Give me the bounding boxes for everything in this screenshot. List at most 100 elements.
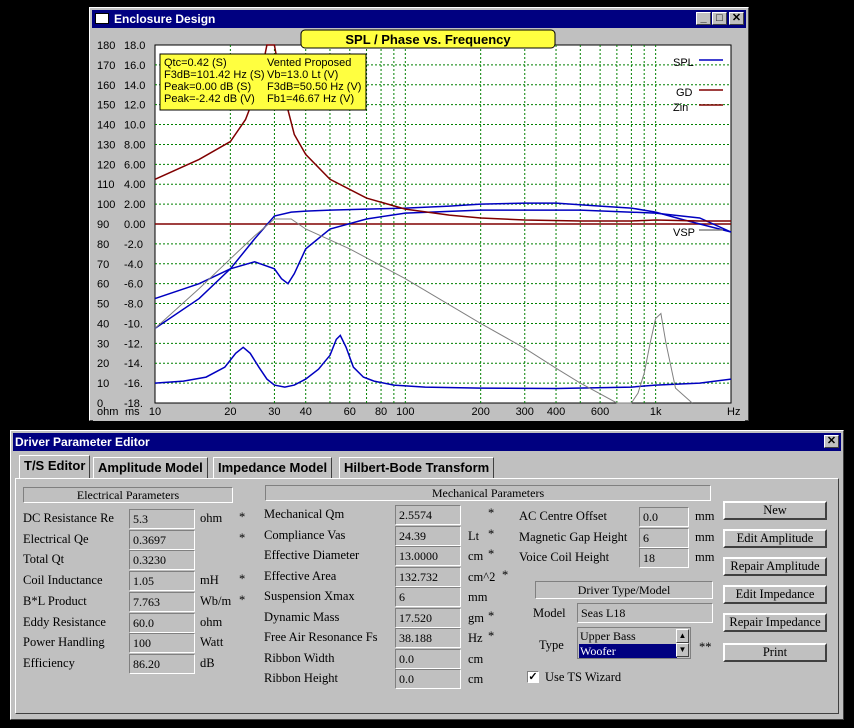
mech-star: *: [488, 547, 495, 561]
mech-star: *: [488, 629, 495, 643]
enclosure-title: Enclosure Design: [114, 12, 216, 26]
y-tick-ms: -14.: [124, 358, 143, 370]
y-tick-ohm: 180: [97, 40, 115, 52]
x-tick: 30: [268, 406, 280, 418]
y-tick-ms: -8.0: [124, 299, 143, 311]
elec-label: Power Handling: [23, 635, 105, 650]
elec-value-field[interactable]: 86.20: [129, 653, 195, 674]
mech-value-field[interactable]: 0.0: [395, 669, 461, 689]
use-ts-wizard-checkbox[interactable]: ✓: [527, 671, 539, 683]
x-tick: 20: [224, 406, 236, 418]
print-button[interactable]: Print: [723, 643, 827, 662]
axis-unit-hz: Hz: [727, 406, 740, 418]
elec-unit: Wb/m: [200, 593, 232, 608]
type-label: Type: [539, 638, 564, 652]
tab-hilbert-bode[interactable]: Hilbert-Bode Transform: [339, 457, 495, 479]
mech-unit: mm: [468, 590, 488, 604]
repair-impedance-button[interactable]: Repair Impedance: [723, 613, 827, 632]
window-app-icon[interactable]: [95, 13, 109, 24]
extra-value-field[interactable]: 18: [639, 548, 689, 569]
spl-phase-chart: 180 170 160 150 140 130 120 110 100 90 80 70 60 50 40 3…: [93, 29, 745, 421]
mech-value-field[interactable]: 38.188: [395, 628, 461, 648]
mech-unit: Lt: [468, 528, 480, 543]
new-button[interactable]: New: [723, 501, 827, 520]
tab-amplitude-model[interactable]: Amplitude Model: [93, 457, 208, 479]
type-scroll-down[interactable]: ▼: [676, 643, 689, 657]
y-tick-ohm: 150: [97, 100, 115, 112]
extra-unit: mm: [695, 550, 715, 565]
elec-value-field[interactable]: 0.3230: [129, 550, 195, 571]
elec-value-field[interactable]: 7.763: [129, 591, 195, 612]
mech-value-field[interactable]: 24.39: [395, 525, 461, 546]
tab-ts-editor[interactable]: T/S Editor: [19, 455, 91, 479]
use-ts-wizard-label[interactable]: Use TS Wizard: [545, 670, 621, 685]
elec-label: DC Resistance Re: [23, 511, 114, 525]
repair-amplitude-button[interactable]: Repair Amplitude: [723, 557, 827, 576]
y-tick-ms: 16.0: [124, 60, 145, 72]
y-tick-ohm: 140: [97, 120, 115, 132]
type-scroll-up[interactable]: ▲: [676, 629, 689, 643]
mech-value-field[interactable]: 13.0000: [395, 546, 461, 566]
info-vb: Vb=13.0 Lt (V): [267, 69, 338, 81]
elec-star: *: [239, 572, 246, 587]
legend-gd: GD: [676, 87, 693, 99]
mech-value-field[interactable]: 2.5574: [395, 505, 461, 525]
editor-titlebar[interactable]: Driver Parameter Editor ✕: [13, 433, 841, 451]
edit-amplitude-button[interactable]: Edit Amplitude: [723, 529, 827, 548]
tab-impedance-label: Impedance Model: [218, 460, 328, 475]
y-tick-ms: 12.0: [124, 100, 145, 112]
type-star: **: [699, 640, 712, 654]
y-tick-ohm: 30: [97, 338, 109, 350]
mech-label: Effective Area: [264, 568, 337, 583]
y-tick-ms: 10.0: [124, 120, 145, 132]
type-option-upper-bass[interactable]: Upper Bass: [580, 629, 676, 643]
y-tick-ms: 2.00: [124, 199, 145, 211]
elec-value-field[interactable]: 60.0: [129, 612, 195, 633]
mech-label: Effective Diameter: [264, 548, 360, 562]
editor-close-button[interactable]: ✕: [824, 435, 839, 448]
mech-value-field[interactable]: 17.520: [395, 607, 461, 628]
mech-unit: cm: [468, 549, 484, 563]
elec-label: Electrical Qe: [23, 531, 89, 546]
elec-unit: ohm: [200, 511, 223, 525]
minimize-button[interactable]: _: [696, 12, 711, 25]
enclosure-titlebar[interactable]: Enclosure Design _ □ ✕: [92, 10, 746, 28]
info-peak-v: Peak=-2.42 dB (V): [164, 93, 255, 105]
legend-vsp: VSP: [673, 227, 695, 239]
mech-star: *: [488, 526, 495, 541]
type-listbox[interactable]: Upper Bass Woofer ▲ ▼: [577, 627, 691, 659]
y-tick-ms: -12.: [124, 338, 143, 350]
y-tick-ms: -16.: [124, 378, 143, 390]
tab-impedance-model[interactable]: Impedance Model: [213, 457, 333, 479]
elec-value-field[interactable]: 5.3: [129, 509, 195, 529]
elec-value-field[interactable]: 100: [129, 633, 195, 654]
extra-label: AC Centre Offset: [519, 509, 607, 523]
x-tick: 60: [344, 406, 356, 418]
y-tick-ms: 4.00: [124, 179, 145, 191]
close-button[interactable]: ✕: [729, 12, 744, 25]
model-field[interactable]: Seas L18: [577, 603, 713, 623]
mech-unit: cm: [468, 672, 484, 686]
mech-star: *: [502, 567, 509, 582]
edit-impedance-button[interactable]: Edit Impedance: [723, 585, 827, 604]
y-tick-ohm: 100: [97, 199, 115, 211]
y-tick-ohm: 110: [97, 179, 115, 191]
mech-label: Compliance Vas: [264, 527, 346, 542]
x-tick: 10: [149, 406, 161, 418]
info-f3db-s: F3dB=101.42 Hz (S): [164, 69, 265, 81]
mech-label: Mechanical Qm: [264, 507, 345, 521]
mech-value-field[interactable]: 0.0: [395, 648, 461, 669]
x-tick: 300: [516, 406, 534, 418]
y-tick-ohm: 70: [97, 259, 109, 271]
elec-value-field[interactable]: 0.3697: [129, 529, 195, 550]
extra-value-field[interactable]: 6: [639, 527, 689, 548]
extra-value-field[interactable]: 0.0: [639, 507, 689, 527]
elec-label: Efficiency: [23, 655, 75, 670]
maximize-button[interactable]: □: [712, 12, 727, 25]
extra-label: Voice Coil Height: [519, 550, 610, 565]
extra-label: Magnetic Gap Height: [519, 529, 628, 544]
mech-value-field[interactable]: 6: [395, 587, 461, 607]
elec-value-field[interactable]: 1.05: [129, 571, 195, 592]
type-option-woofer[interactable]: Woofer: [579, 644, 677, 658]
mech-value-field[interactable]: 132.732: [395, 566, 461, 587]
